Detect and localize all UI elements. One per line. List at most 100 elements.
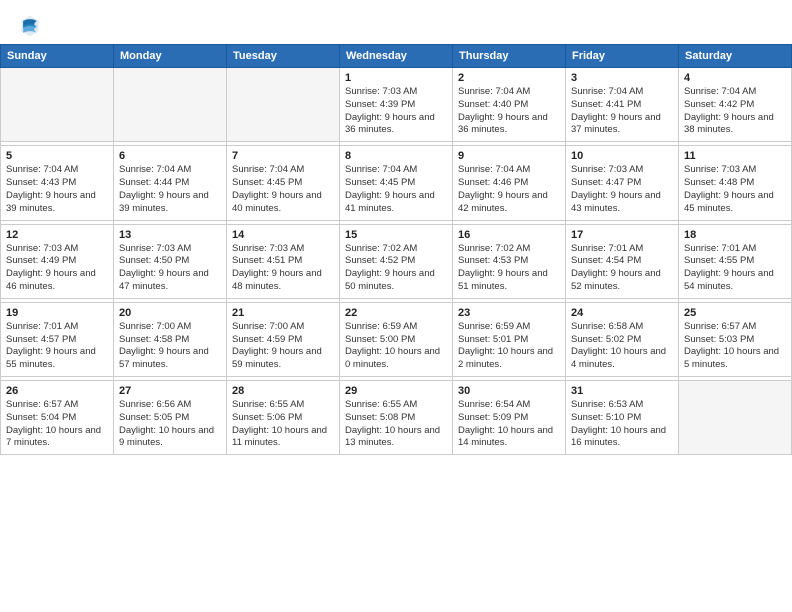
weekday-saturday: Saturday: [679, 45, 792, 68]
day-cell: 9 Sunrise: 7:04 AMSunset: 4:46 PMDaylight…: [453, 146, 566, 220]
day-info: Sunrise: 7:00 AMSunset: 4:59 PMDaylight:…: [232, 321, 334, 372]
day-cell: 20Sunrise: 7:00 AMSunset: 4:58 PMDayligh…: [114, 302, 227, 376]
day-cell: 31Sunrise: 6:53 AMSunset: 5:10 PMDayligh…: [566, 381, 679, 455]
day-cell: 26 Sunrise: 6:57 AMSunset: 5:04 PMDayligh…: [1, 381, 114, 455]
day-number: 6: [119, 150, 221, 162]
day-number: 18: [684, 229, 786, 241]
day-info: Sunrise: 7:02 AMSunset: 4:52 PMDaylight:…: [345, 243, 447, 294]
day-cell: 13Sunrise: 7:03 AMSunset: 4:50 PMDayligh…: [114, 224, 227, 298]
week-row-4: 19 Sunrise: 7:01 AMSunset: 4:57 PMDayligh…: [1, 302, 792, 376]
day-number: 1: [345, 72, 447, 84]
day-info: Sunrise: 7:04 AMSunset: 4:42 PMDaylight:…: [684, 86, 786, 137]
day-cell: 27 Sunrise: 6:56 AMSunset: 5:05 PMDayligh…: [114, 381, 227, 455]
day-info: Sunrise: 6:57 AMSunset: 5:03 PMDaylight:…: [684, 321, 786, 372]
weekday-sunday: Sunday: [1, 45, 114, 68]
day-cell: 24 Sunrise: 6:58 AMSunset: 5:02 PMDayligh…: [566, 302, 679, 376]
day-cell: 23Sunrise: 6:59 AMSunset: 5:01 PMDayligh…: [453, 302, 566, 376]
day-info: Sunrise: 7:03 AMSunset: 4:50 PMDaylight:…: [119, 243, 221, 294]
day-info: Sunrise: 7:00 AMSunset: 4:58 PMDaylight:…: [119, 321, 221, 372]
day-info: Sunrise: 7:04 AMSunset: 4:45 PMDaylight:…: [232, 164, 334, 215]
day-info: Sunrise: 7:03 AMSunset: 4:48 PMDaylight:…: [684, 164, 786, 215]
day-info: Sunrise: 7:04 AMSunset: 4:44 PMDaylight:…: [119, 164, 221, 215]
day-number: 27: [119, 385, 221, 397]
day-number: 4: [684, 72, 786, 84]
day-number: 7: [232, 150, 334, 162]
day-cell: 17 Sunrise: 7:01 AMSunset: 4:54 PMDayligh…: [566, 224, 679, 298]
day-cell: 14Sunrise: 7:03 AMSunset: 4:51 PMDayligh…: [227, 224, 340, 298]
day-number: 25: [684, 307, 786, 319]
day-number: 8: [345, 150, 447, 162]
logo: [18, 12, 46, 38]
day-cell: 1 Sunrise: 7:03 AMSunset: 4:39 PMDaylight…: [340, 68, 453, 142]
day-info: Sunrise: 7:01 AMSunset: 4:55 PMDaylight:…: [684, 243, 786, 294]
day-cell: 30 Sunrise: 6:54 AMSunset: 5:09 PMDayligh…: [453, 381, 566, 455]
day-info: Sunrise: 7:04 AMSunset: 4:40 PMDaylight:…: [458, 86, 560, 137]
day-cell: 5 Sunrise: 7:04 AMSunset: 4:43 PMDaylight…: [1, 146, 114, 220]
weekday-monday: Monday: [114, 45, 227, 68]
day-cell: 6 Sunrise: 7:04 AMSunset: 4:44 PMDaylight…: [114, 146, 227, 220]
weekday-wednesday: Wednesday: [340, 45, 453, 68]
day-info: Sunrise: 6:56 AMSunset: 5:05 PMDaylight:…: [119, 399, 221, 450]
day-number: 12: [6, 229, 108, 241]
day-cell: [1, 68, 114, 142]
day-cell: 18 Sunrise: 7:01 AMSunset: 4:55 PMDayligh…: [679, 224, 792, 298]
day-number: 30: [458, 385, 560, 397]
day-number: 28: [232, 385, 334, 397]
week-row-3: 12 Sunrise: 7:03 AMSunset: 4:49 PMDayligh…: [1, 224, 792, 298]
weekday-tuesday: Tuesday: [227, 45, 340, 68]
weekday-header-row: SundayMondayTuesdayWednesdayThursdayFrid…: [1, 45, 792, 68]
day-cell: 15 Sunrise: 7:02 AMSunset: 4:52 PMDayligh…: [340, 224, 453, 298]
day-number: 9: [458, 150, 560, 162]
week-row-2: 5 Sunrise: 7:04 AMSunset: 4:43 PMDaylight…: [1, 146, 792, 220]
day-number: 29: [345, 385, 447, 397]
day-number: 16: [458, 229, 560, 241]
page: SundayMondayTuesdayWednesdayThursdayFrid…: [0, 0, 792, 612]
day-info: Sunrise: 6:57 AMSunset: 5:04 PMDaylight:…: [6, 399, 108, 450]
day-number: 2: [458, 72, 560, 84]
day-info: Sunrise: 6:54 AMSunset: 5:09 PMDaylight:…: [458, 399, 560, 450]
week-row-5: 26 Sunrise: 6:57 AMSunset: 5:04 PMDayligh…: [1, 381, 792, 455]
day-info: Sunrise: 6:59 AMSunset: 5:01 PMDaylight:…: [458, 321, 560, 372]
day-cell: 8Sunrise: 7:04 AMSunset: 4:45 PMDaylight…: [340, 146, 453, 220]
day-number: 5: [6, 150, 108, 162]
day-info: Sunrise: 7:01 AMSunset: 4:57 PMDaylight:…: [6, 321, 108, 372]
day-cell: 19 Sunrise: 7:01 AMSunset: 4:57 PMDayligh…: [1, 302, 114, 376]
day-info: Sunrise: 7:04 AMSunset: 4:43 PMDaylight:…: [6, 164, 108, 215]
day-cell: [227, 68, 340, 142]
day-number: 26: [6, 385, 108, 397]
day-info: Sunrise: 7:03 AMSunset: 4:47 PMDaylight:…: [571, 164, 673, 215]
calendar-table: SundayMondayTuesdayWednesdayThursdayFrid…: [0, 44, 792, 455]
day-cell: 11 Sunrise: 7:03 AMSunset: 4:48 PMDayligh…: [679, 146, 792, 220]
day-number: 17: [571, 229, 673, 241]
day-number: 15: [345, 229, 447, 241]
day-info: Sunrise: 7:04 AMSunset: 4:41 PMDaylight:…: [571, 86, 673, 137]
day-cell: 7 Sunrise: 7:04 AMSunset: 4:45 PMDaylight…: [227, 146, 340, 220]
day-info: Sunrise: 6:58 AMSunset: 5:02 PMDaylight:…: [571, 321, 673, 372]
day-number: 11: [684, 150, 786, 162]
day-info: Sunrise: 7:01 AMSunset: 4:54 PMDaylight:…: [571, 243, 673, 294]
day-info: Sunrise: 6:53 AMSunset: 5:10 PMDaylight:…: [571, 399, 673, 450]
day-cell: 10 Sunrise: 7:03 AMSunset: 4:47 PMDayligh…: [566, 146, 679, 220]
day-number: 22: [345, 307, 447, 319]
day-number: 21: [232, 307, 334, 319]
day-info: Sunrise: 6:55 AMSunset: 5:08 PMDaylight:…: [345, 399, 447, 450]
day-number: 3: [571, 72, 673, 84]
day-cell: [679, 381, 792, 455]
day-number: 10: [571, 150, 673, 162]
day-info: Sunrise: 7:04 AMSunset: 4:46 PMDaylight:…: [458, 164, 560, 215]
week-row-1: 1 Sunrise: 7:03 AMSunset: 4:39 PMDaylight…: [1, 68, 792, 142]
day-cell: 22 Sunrise: 6:59 AMSunset: 5:00 PMDayligh…: [340, 302, 453, 376]
day-number: 14: [232, 229, 334, 241]
day-cell: 4 Sunrise: 7:04 AMSunset: 4:42 PMDaylight…: [679, 68, 792, 142]
day-number: 24: [571, 307, 673, 319]
day-cell: 12 Sunrise: 7:03 AMSunset: 4:49 PMDayligh…: [1, 224, 114, 298]
day-info: Sunrise: 7:03 AMSunset: 4:49 PMDaylight:…: [6, 243, 108, 294]
day-cell: 25 Sunrise: 6:57 AMSunset: 5:03 PMDayligh…: [679, 302, 792, 376]
weekday-thursday: Thursday: [453, 45, 566, 68]
day-cell: 16Sunrise: 7:02 AMSunset: 4:53 PMDayligh…: [453, 224, 566, 298]
day-number: 19: [6, 307, 108, 319]
logo-icon: [18, 14, 42, 38]
day-info: Sunrise: 6:59 AMSunset: 5:00 PMDaylight:…: [345, 321, 447, 372]
day-cell: 21 Sunrise: 7:00 AMSunset: 4:59 PMDayligh…: [227, 302, 340, 376]
day-info: Sunrise: 7:03 AMSunset: 4:39 PMDaylight:…: [345, 86, 447, 137]
